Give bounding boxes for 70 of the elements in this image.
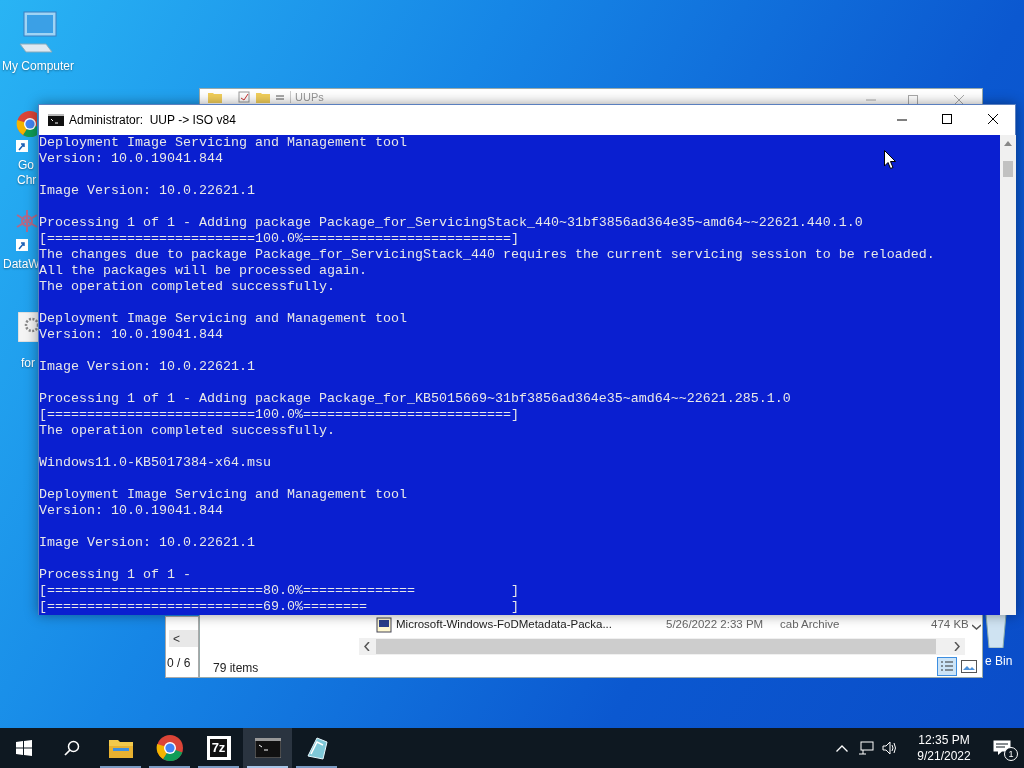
network-icon[interactable] [858, 741, 874, 755]
window-title: Administrator: UUP -> ISO v84 [69, 113, 236, 127]
scroll-down-icon[interactable] [972, 624, 981, 630]
clock-time: 12:35 PM [918, 732, 970, 748]
console-line: Image Version: 10.0.22621.1 [39, 535, 255, 551]
console-line: Image Version: 10.0.22621.1 [39, 359, 255, 375]
scroll-right-icon[interactable] [954, 642, 960, 651]
window-title: UUPs [290, 91, 324, 103]
cursor-icon [884, 150, 896, 169]
chevron-up-icon[interactable] [836, 744, 848, 752]
thumbnail-view-icon[interactable] [961, 660, 977, 673]
console-line: The operation completed successfully. [39, 423, 335, 439]
vertical-scrollbar[interactable] [1000, 135, 1016, 615]
console-line: All the packages will be processed again. [39, 263, 367, 279]
console-line: [==========================100.0%==========================] [39, 231, 519, 247]
scrollbar-thumb[interactable] [376, 639, 936, 654]
console-line: [==========================100.0%==========================] [39, 407, 519, 423]
close-icon[interactable] [988, 114, 998, 124]
console-line: Deployment Image Servicing and Management tool [39, 311, 407, 327]
folder-icon [108, 738, 133, 758]
glass-app-icon [304, 736, 329, 760]
app-icon-label: 7z [209, 739, 228, 757]
horizontal-scrollbar[interactable] [359, 638, 965, 655]
windows-logo-icon [16, 740, 32, 756]
console-icon[interactable] [48, 114, 64, 126]
shortcut-arrow-icon [16, 239, 28, 251]
taskbar-app-button[interactable] [243, 728, 292, 768]
console-line: Deployment Image Servicing and Management tool [39, 135, 407, 151]
clock-date: 9/21/2022 [917, 748, 971, 764]
scroll-left-arrow[interactable]: < [173, 630, 180, 648]
console-line: [===========================80.0%============== ] [39, 583, 519, 599]
notification-count: 1 [1004, 747, 1018, 761]
notification-button[interactable]: 1 [980, 728, 1024, 768]
search-icon [64, 740, 80, 756]
properties-icon[interactable] [238, 91, 250, 103]
console-line: Processing 1 of 1 - Adding package Package_for_KB5015669~31bf3856ad364e35~amd64~~22621.285.1.0 [39, 391, 791, 407]
file-size: 474 KB [931, 617, 969, 633]
icon-label[interactable]: e Bin [985, 653, 1013, 669]
console-line: Version: 10.0.19041.844 [39, 327, 223, 343]
clock[interactable]: 12:35 PM 9/21/2022 [908, 728, 980, 768]
dropdown-icon[interactable] [276, 93, 284, 101]
scroll-left-icon[interactable] [364, 642, 370, 651]
console-line: Windows11.0-KB5017384-x64.msu [39, 455, 271, 471]
console-line: Processing 1 of 1 - Adding package Package_for_ServicingStack_440~31bf3856ad364e35~amd64~~22621.440.1.0 [39, 215, 863, 231]
console-line: Deployment Image Servicing and Management tool [39, 487, 407, 503]
cab-file-icon [376, 617, 392, 633]
console-line: Version: 10.0.19041.844 [39, 503, 223, 519]
scroll-up-icon[interactable] [1004, 141, 1012, 146]
console-icon [254, 738, 281, 758]
status-text: 0 / 6 [167, 655, 191, 671]
volume-icon[interactable] [882, 741, 898, 755]
computer-icon[interactable] [16, 10, 60, 54]
chrome-icon [155, 734, 184, 762]
console-line: [===========================69.0%======== ] [39, 599, 519, 615]
status-text: 79 items [213, 660, 259, 677]
file-type: cab Archive [780, 617, 841, 633]
file-row[interactable]: Microsoft-Windows-FoDMetadata-Packa... 5/26/2022 2:33 PM cab Archive 474 KB [376, 616, 968, 634]
console-line: Image Version: 10.0.22621.1 [39, 183, 255, 199]
maximize-icon[interactable] [942, 114, 952, 124]
console-line: The operation completed successfully. [39, 279, 335, 295]
console-line: Version: 10.0.19041.844 [39, 151, 223, 167]
file-name: Microsoft-Windows-FoDMetadata-Packa... [396, 617, 613, 633]
file-date: 5/26/2022 2:33 PM [666, 617, 765, 633]
taskbar-app-button[interactable]: 7z [194, 728, 243, 768]
console-line: Processing 1 of 1 - [39, 567, 191, 583]
scrollbar[interactable]: < [169, 630, 198, 647]
scrollbar-thumb[interactable] [1003, 161, 1013, 177]
console-line: The changes due to package Package_for_ServicingStack_440 requires the current servicing session to be reloaded. [39, 247, 935, 263]
shortcut-arrow-icon [16, 140, 28, 152]
molecule-icon[interactable] [14, 208, 40, 234]
